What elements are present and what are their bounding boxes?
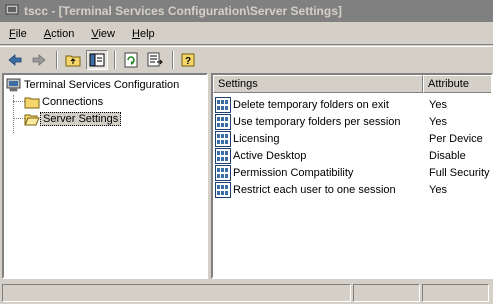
menu-file[interactable]: File [6, 27, 30, 41]
setting-name: Permission Compatibility [233, 166, 354, 179]
folder-icon [24, 97, 40, 109]
setting-name: Active Desktop [233, 149, 307, 162]
menu-bar: File Action View Help [0, 23, 493, 45]
setting-icon [215, 181, 231, 198]
column-header-label: Attribute [428, 78, 469, 90]
toolbar-separator [172, 50, 174, 69]
setting-attribute: Yes [429, 98, 447, 111]
list-item[interactable]: Permission Compatibility Full Security [215, 164, 490, 181]
setting-name: Licensing [233, 132, 280, 145]
show-hide-tree-icon[interactable] [86, 49, 108, 70]
list-item[interactable]: Restrict each user to one session Yes [215, 181, 447, 198]
menu-help[interactable]: Help [129, 27, 158, 41]
status-cell [422, 283, 489, 302]
export-list-icon[interactable] [144, 50, 166, 70]
setting-icon [215, 96, 231, 113]
up-folder-icon[interactable] [62, 50, 84, 70]
toolbar-separator [114, 50, 116, 69]
back-icon[interactable] [4, 50, 26, 70]
help-icon[interactable]: ? [178, 50, 200, 70]
refresh-icon[interactable] [120, 50, 142, 70]
title-bar[interactable]: tscc - [Terminal Services Configuration\… [0, 0, 493, 22]
list-header: Settings Attribute [213, 75, 491, 93]
settings-list-pane[interactable]: Settings Attribute Delete temporary fold… [211, 73, 493, 279]
setting-attribute: Yes [429, 183, 447, 196]
column-header-settings[interactable]: Settings [213, 75, 423, 93]
svg-text:?: ? [185, 56, 191, 67]
column-header-label: Settings [218, 78, 258, 90]
list-item[interactable]: Use temporary folders per session Yes [215, 113, 447, 130]
setting-name: Delete temporary folders on exit [233, 98, 389, 111]
setting-name: Use temporary folders per session [233, 115, 401, 128]
tree-item-root[interactable]: Terminal Services Configuration [6, 77, 181, 93]
tree-root-label: Terminal Services Configuration [24, 79, 180, 91]
setting-icon [215, 113, 231, 130]
window-title: tscc - [Terminal Services Configuration\… [24, 4, 342, 18]
status-cell-main [2, 283, 351, 302]
status-cell [352, 283, 421, 302]
setting-attribute: Disable [429, 149, 466, 162]
app-icon [5, 4, 19, 17]
tree-item-connections[interactable]: Connections [24, 94, 105, 110]
list-item[interactable]: Delete temporary folders on exit Yes [215, 96, 447, 113]
open-folder-icon [24, 114, 40, 126]
list-item[interactable]: Active Desktop Disable [215, 147, 466, 164]
column-header-attribute[interactable]: Attribute [423, 75, 491, 93]
tree-item-server-settings[interactable]: Server Settings [24, 111, 122, 127]
toolbar: ? [0, 46, 493, 72]
status-bar [0, 281, 493, 304]
menu-action[interactable]: Action [41, 27, 78, 41]
list-item[interactable]: Licensing Per Device [215, 130, 483, 147]
toolbar-separator [56, 50, 58, 69]
setting-attribute: Full Security [429, 166, 490, 179]
tree-item-label: Connections [42, 96, 104, 108]
computer-icon [6, 78, 21, 92]
menu-view[interactable]: View [88, 27, 118, 41]
tree-item-label: Server Settings [40, 112, 122, 126]
setting-icon [215, 130, 231, 147]
setting-name: Restrict each user to one session [233, 183, 396, 196]
setting-attribute: Per Device [429, 132, 483, 145]
forward-icon[interactable] [28, 50, 50, 70]
setting-icon [215, 147, 231, 164]
setting-icon [215, 164, 231, 181]
setting-attribute: Yes [429, 115, 447, 128]
tree-pane[interactable]: Terminal Services Configuration Connecti… [2, 73, 208, 279]
